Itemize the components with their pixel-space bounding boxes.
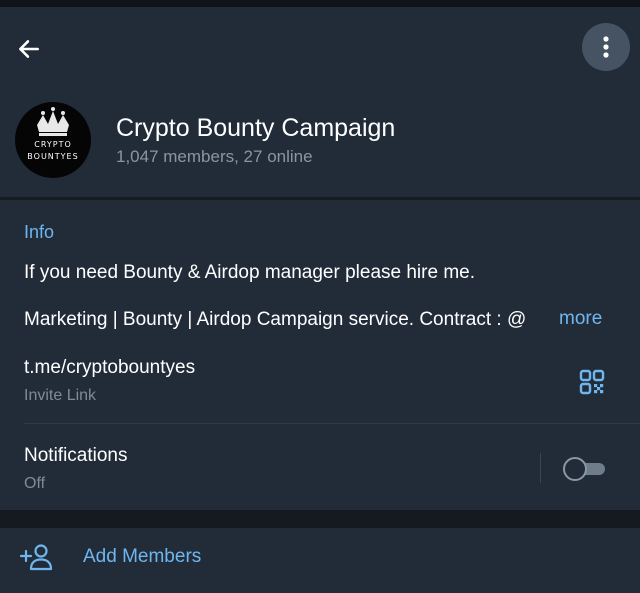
group-title: Crypto Bounty Campaign xyxy=(116,114,396,142)
add-members-button[interactable]: Add Members xyxy=(0,528,640,593)
member-count: 1,047 members, 27 online xyxy=(116,147,313,166)
notifications-label: Notifications xyxy=(24,445,128,466)
back-button[interactable] xyxy=(12,32,46,66)
invite-link[interactable]: t.me/cryptobountyes xyxy=(24,357,195,379)
toggle-knob xyxy=(563,457,587,481)
description-line-2: Marketing | Bounty | Airdop Campaign ser… xyxy=(24,309,527,330)
chat-header: CRYPTO BOUNTYES Crypto Bounty Campaign 1… xyxy=(0,7,640,197)
info-heading: Info xyxy=(24,222,55,242)
more-vertical-icon xyxy=(603,36,609,58)
description-line-1: If you need Bounty & Airdop manager plea… xyxy=(24,262,475,283)
qr-code-button[interactable] xyxy=(574,364,610,400)
invite-link-label: Invite Link xyxy=(24,387,97,404)
top-strip xyxy=(0,0,640,7)
group-avatar[interactable]: CRYPTO BOUNTYES xyxy=(15,102,91,178)
notifications-toggle[interactable] xyxy=(563,457,607,481)
row-divider xyxy=(24,423,640,424)
section-gap xyxy=(0,510,640,528)
more-options-button[interactable] xyxy=(582,23,630,71)
info-section: Info If you need Bounty & Airdop manager… xyxy=(0,200,640,510)
toggle-separator xyxy=(540,453,541,483)
notifications-status: Off xyxy=(24,475,46,492)
arrow-left-icon xyxy=(19,40,39,58)
text-fade xyxy=(536,309,556,333)
avatar-logo-line1: CRYPTO xyxy=(34,140,72,149)
add-members-label: Add Members xyxy=(83,546,202,567)
add-user-icon xyxy=(19,544,53,571)
qr-code-icon xyxy=(579,369,605,395)
avatar-logo-line2: BOUNTYES xyxy=(27,152,79,161)
more-link[interactable]: more xyxy=(559,308,602,330)
